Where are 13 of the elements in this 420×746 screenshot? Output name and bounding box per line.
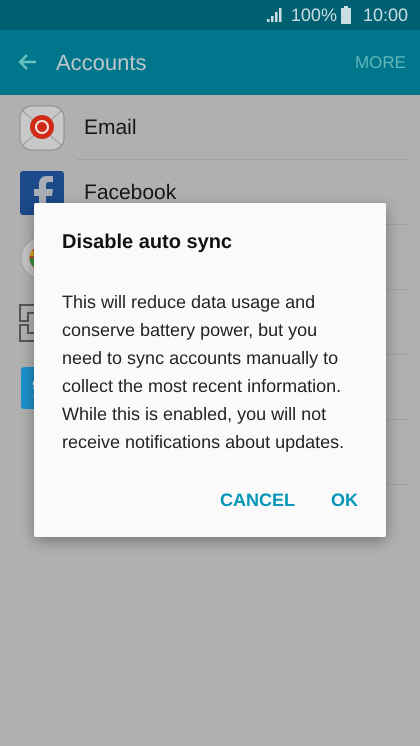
account-name[interactable]: Facebook — [84, 180, 176, 204]
ok-button[interactable]: OK — [331, 490, 358, 511]
more-button[interactable]: MORE — [355, 52, 406, 72]
screen-title: Accounts — [56, 50, 148, 76]
account-name[interactable]: Email — [84, 116, 137, 140]
battery-icon — [340, 6, 351, 24]
dialog-message: This will reduce data usage and conserve battery power, but you need to sync accounts manually to collect the most recent information. While this is enabled, you will not receive notifications about updates. — [62, 291, 346, 454]
signal-icon — [266, 8, 283, 22]
clock: 10:00 — [362, 4, 408, 26]
dialog-title: Disable auto sync — [62, 231, 234, 254]
battery-level: 100% — [290, 4, 337, 26]
email-icon — [19, 104, 65, 150]
cancel-button[interactable]: CANCEL — [220, 490, 295, 511]
